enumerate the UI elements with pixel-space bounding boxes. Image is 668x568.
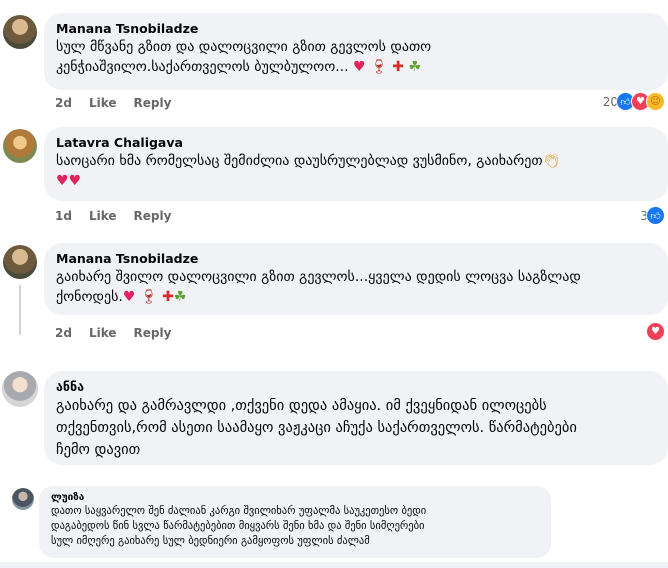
reply-button[interactable]: Reply xyxy=(134,96,172,110)
comment-text-line: სულ იმღერე გაიხარე სულ ბედნიერი გამყოფოს… xyxy=(51,535,370,547)
comment-text-line: გაიხარე და გამრავლდი ,თქვენი დედა ამაყია… xyxy=(56,398,547,414)
avatar[interactable] xyxy=(3,15,37,49)
georgian-flag-icon: ✚ xyxy=(162,289,174,305)
comment-timestamp[interactable]: 2d xyxy=(55,326,72,340)
avatar[interactable] xyxy=(3,245,37,279)
comment-text-line-with-emoji: საოცარი ხმა რომელსაც შემიძლია დაუსრულებლ… xyxy=(56,151,656,171)
feed-bottom-divider xyxy=(0,562,668,568)
reaction-summary[interactable]: 3 👍︎ xyxy=(640,206,665,225)
comment-bubble: ანნა გაიხარე და გამრავლდი ,თქვენი დედა ა… xyxy=(44,371,668,465)
comment-timestamp[interactable]: 2d xyxy=(55,96,72,110)
emoji-line: ♥♥ xyxy=(56,171,656,191)
red-heart-icon: ♥ xyxy=(68,173,82,189)
clover-icon: ☘ xyxy=(408,59,421,75)
clover-icon: ☘ xyxy=(173,289,187,305)
comment-actions: 2d Like Reply xyxy=(55,96,188,110)
comment-bubble: Manana Tsnobiladze სულ მწვანე გზით და და… xyxy=(44,13,668,90)
comment-author[interactable]: ანნა xyxy=(56,379,656,395)
comment-author[interactable]: Manana Tsnobiladze xyxy=(56,251,656,267)
reaction-summary[interactable]: ♥ xyxy=(646,322,665,341)
wine-glass-icon: 🍷︎ xyxy=(370,59,388,75)
comment-author[interactable]: ლუიზა xyxy=(51,491,539,504)
comment-timestamp[interactable]: 1d xyxy=(55,209,72,223)
love-reaction-icon: ♥ xyxy=(646,322,665,341)
comment-text: კენჭიაშვილო.საქართველოს ბულბულოო... xyxy=(56,59,349,75)
clapping-hands-icon: 👏︎ xyxy=(542,153,561,169)
avatar[interactable] xyxy=(3,129,37,163)
comment-text-line-with-emoji: ქონოდეს.♥ 🍷︎ ✚☘ xyxy=(56,287,656,307)
comment-bubble: Manana Tsnobiladze გაიხარე შვილო დალოცვი… xyxy=(44,243,668,315)
comment-text-line: გაიხარე შვილო დალოცვილი გზით გევლოს...ყვ… xyxy=(56,269,581,285)
comment-actions: 2d Like Reply xyxy=(55,326,188,340)
avatar[interactable] xyxy=(12,488,34,510)
comment-bubble: ლუიზა დათო საყვარელო შენ ძალიან კარგი შვ… xyxy=(39,486,551,558)
red-heart-icon: ♥ xyxy=(353,59,366,75)
like-button[interactable]: Like xyxy=(89,209,117,223)
comment-text-line: დათო საყვარელო შენ ძალიან კარგი შვილიხარ… xyxy=(51,505,427,517)
avatar[interactable] xyxy=(2,371,38,407)
comment-actions: 1d Like Reply xyxy=(55,209,188,223)
reply-button[interactable]: Reply xyxy=(134,209,172,223)
reaction-summary[interactable]: 20 👍︎ ♥ ☺ xyxy=(603,92,665,111)
reply-button[interactable]: Reply xyxy=(134,326,172,340)
comment-text-line: ჩემო დავით xyxy=(56,442,141,458)
red-heart-icon: ♥ xyxy=(56,173,69,189)
reply-thread-line xyxy=(19,285,21,335)
comment-text: ქონოდეს. xyxy=(56,289,123,305)
like-button[interactable]: Like xyxy=(89,96,117,110)
comment-text: საოცარი ხმა რომელსაც შემიძლია დაუსრულებლ… xyxy=(56,153,543,169)
like-reaction-icon: 👍︎ xyxy=(646,206,665,225)
comment-text-line: თქვენთვის,რომ ასეთი საამაყო ვაჟკაცი აჩუქ… xyxy=(56,420,577,436)
comment-bubble: Latavra Chaligava საოცარი ხმა რომელსაც შ… xyxy=(44,127,668,201)
red-heart-icon: ♥ xyxy=(122,289,136,305)
comment-text-line: სულ მწვანე გზით და დალოცვილი გზით გევლოს… xyxy=(56,39,432,55)
georgian-flag-icon: ✚ xyxy=(392,59,404,75)
comment-text-line-with-emoji: კენჭიაშვილო.საქართველოს ბულბულოო... ♥ 🍷︎… xyxy=(56,57,656,77)
comment-author[interactable]: Latavra Chaligava xyxy=(56,135,656,151)
like-button[interactable]: Like xyxy=(89,326,117,340)
comment-author[interactable]: Manana Tsnobiladze xyxy=(56,21,656,37)
care-reaction-icon: ☺ xyxy=(646,92,665,111)
wine-glass-icon: 🍷︎ xyxy=(139,289,158,305)
comment-text-line: დაგაბედოს წინ სვლა წარმატებებით მიყვარს … xyxy=(51,520,425,532)
